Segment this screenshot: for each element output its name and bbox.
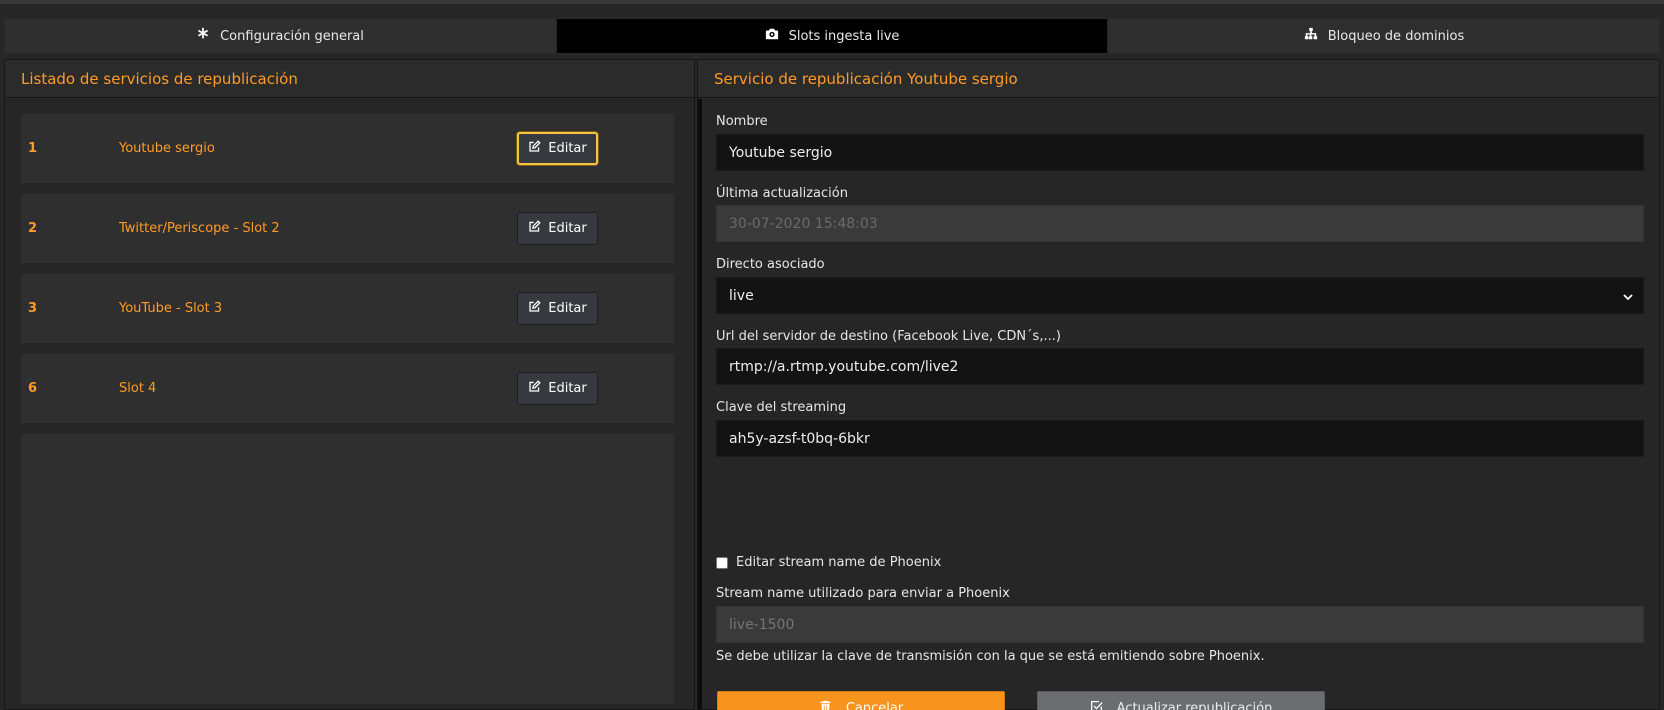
tab-label: Bloqueo de dominios [1327,28,1465,44]
service-id: 6 [28,381,38,396]
ultima-actualizacion-label: Última actualización [716,186,848,201]
asterisk-icon [196,27,210,45]
edit-icon [528,140,541,157]
check-square-icon [1090,700,1103,710]
services-list-panel: Listado de servicios de republicación 1 … [4,59,695,710]
edit-label: Editar [548,141,587,156]
panel-title: Servicio de republicación Youtube sergio [698,60,1659,98]
panel-title: Listado de servicios de republicación [5,60,694,98]
ultima-actualizacion-field: 30-07-2020 15:48:03 [716,205,1644,242]
stream-name-label: Stream name utilizado para enviar a Phoe… [716,586,1010,601]
tab-bar: Configuración general Slots ingesta live… [4,18,1660,54]
edit-button[interactable]: Editar [517,212,598,245]
checkbox-label: Editar stream name de Phoenix [736,555,942,570]
nombre-field[interactable] [716,134,1644,171]
list-item: 1 Youtube sergio Editar [21,114,674,183]
ultima-actualizacion-value: 30-07-2020 15:48:03 [729,215,878,232]
cancel-button[interactable]: Cancelar [717,691,1005,710]
edit-button[interactable]: Editar [517,372,598,405]
service-name: Youtube sergio [119,141,215,156]
list-item: 6 Slot 4 Editar [21,354,674,423]
top-border [0,0,1664,4]
service-form: Nombre Última actualización 30-07-2020 1… [698,99,1659,710]
edit-label: Editar [548,301,587,316]
camera-icon [765,27,779,45]
list-empty-area [21,434,674,704]
tab-label: Configuración general [220,28,364,44]
services-list: 1 Youtube sergio Editar 2 Twitter/Perisc… [5,99,694,709]
tab-label: Slots ingesta live [788,28,900,44]
edit-button[interactable]: Editar [517,132,598,165]
update-label: Actualizar republicación [1116,700,1273,710]
directo-asociado-value: live [729,287,754,304]
edit-icon [528,300,541,317]
update-button[interactable]: Actualizar republicación [1037,691,1325,710]
edit-stream-name-toggle[interactable]: Editar stream name de Phoenix [716,555,941,570]
nombre-label: Nombre [716,114,768,129]
edit-icon [528,380,541,397]
edit-label: Editar [548,381,587,396]
clave-streaming-input[interactable] [729,430,1643,447]
service-id: 1 [28,141,38,156]
service-edit-panel: Servicio de republicación Youtube sergio… [697,59,1660,710]
service-name: Twitter/Periscope - Slot 2 [119,221,280,236]
sitemap-icon [1304,27,1318,45]
clave-streaming-label: Clave del streaming [716,400,847,415]
url-servidor-field[interactable] [716,348,1644,385]
list-item: 3 YouTube - Slot 3 Editar [21,274,674,343]
stream-name-input [729,616,1643,633]
edit-label: Editar [548,221,587,236]
edit-icon [528,220,541,237]
stream-name-field [716,606,1644,643]
clave-streaming-field[interactable] [716,420,1644,457]
service-name: YouTube - Slot 3 [119,301,223,316]
directo-asociado-select[interactable]: live [716,277,1644,314]
url-servidor-label: Url del servidor de destino (Facebook Li… [716,329,1061,344]
nombre-input[interactable] [729,144,1643,161]
service-id: 3 [28,301,38,316]
edit-button[interactable]: Editar [517,292,598,325]
tab-slots-ingesta-live[interactable]: Slots ingesta live [556,18,1108,54]
trash-icon [819,700,832,710]
service-id: 2 [28,221,38,236]
list-item: 2 Twitter/Periscope - Slot 2 Editar [21,194,674,263]
tab-bloqueo-de-dominios[interactable]: Bloqueo de dominios [1108,18,1660,54]
cancel-label: Cancelar [845,700,904,710]
tab-configuracion-general[interactable]: Configuración general [4,18,556,54]
checkbox[interactable] [716,556,728,569]
directo-asociado-label: Directo asociado [716,257,825,272]
chevron-down-icon [1623,290,1633,301]
stream-name-hint: Se debe utilizar la clave de transmisión… [716,649,1265,664]
service-name: Slot 4 [119,381,157,396]
url-servidor-input[interactable] [729,358,1643,375]
